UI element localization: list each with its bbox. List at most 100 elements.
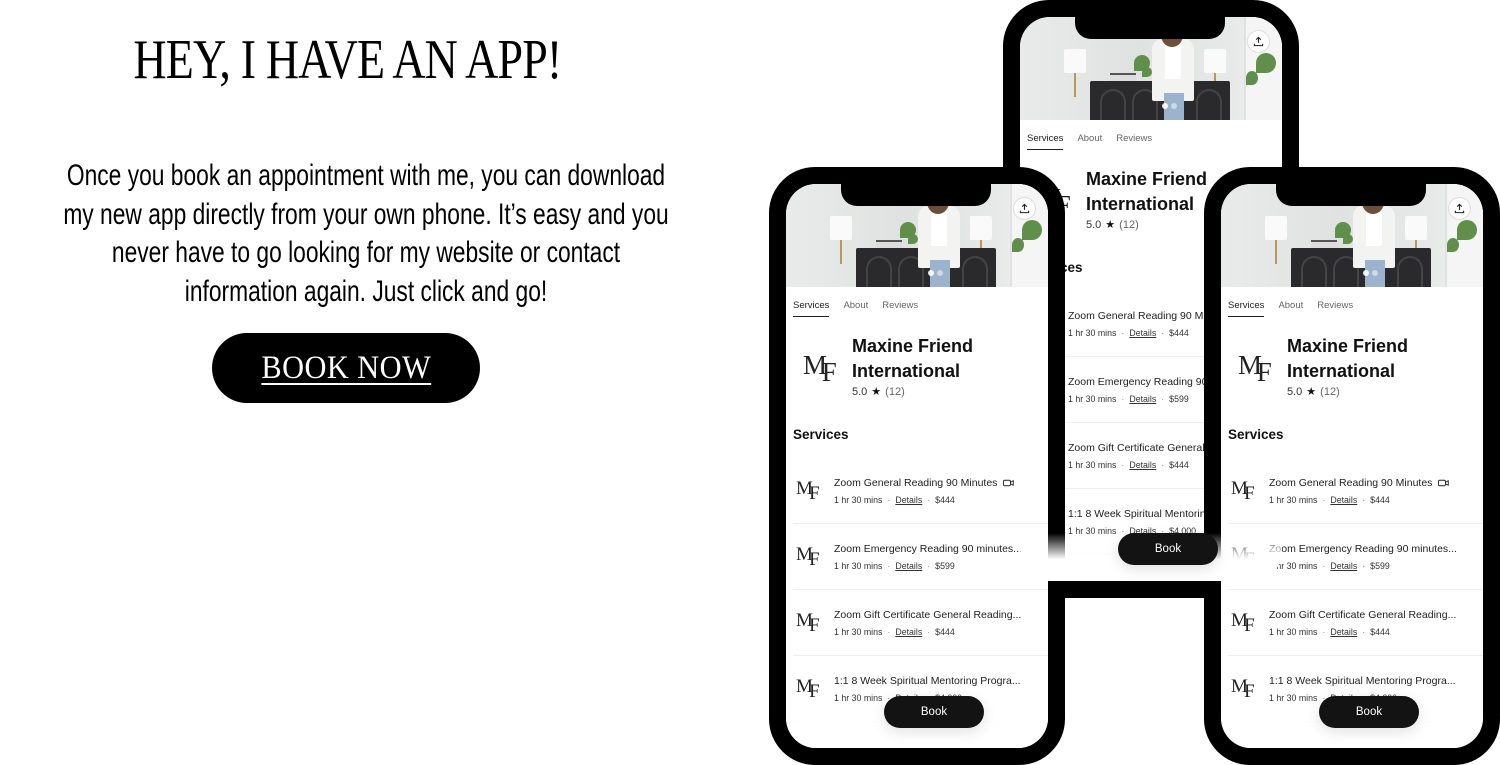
- service-details-link[interactable]: Details: [895, 627, 922, 637]
- star-icon: ★: [1105, 219, 1116, 231]
- phone-screen: Services About Reviews MF Maxine Friend …: [1221, 184, 1483, 748]
- carousel-dot[interactable]: [1162, 103, 1168, 109]
- book-button[interactable]: Book: [1118, 533, 1218, 565]
- service-meta: 1 hr 30 mins · Details · $599: [1068, 394, 1189, 404]
- separator: ·: [1362, 561, 1366, 571]
- service-details-link[interactable]: Details: [1330, 561, 1357, 571]
- tab-services[interactable]: Services: [1027, 133, 1064, 150]
- carousel-dots[interactable]: [1162, 103, 1177, 109]
- separator: ·: [1161, 328, 1165, 338]
- business-rating[interactable]: 5.0 ★ (12): [1287, 385, 1340, 399]
- service-meta: 1 hr 30 mins · Details · $444: [834, 627, 955, 637]
- book-button[interactable]: Book: [884, 696, 984, 728]
- photo-lamp: [1405, 216, 1427, 240]
- photo-lamp: [970, 216, 992, 240]
- service-details-link[interactable]: Details: [1330, 627, 1357, 637]
- service-meta: 1 hr 30 mins · Details · $444: [1068, 460, 1189, 470]
- carousel-dot[interactable]: [1171, 103, 1177, 109]
- service-meta: 1 hr 30 mins · Details · $444: [1068, 328, 1189, 338]
- business-rating[interactable]: 5.0 ★ (12): [852, 385, 905, 399]
- tab-services[interactable]: Services: [1228, 300, 1265, 317]
- share-button[interactable]: [1247, 30, 1270, 53]
- service-details-link[interactable]: Details: [1129, 460, 1156, 470]
- tab-services[interactable]: Services: [793, 300, 830, 317]
- tab-reviews[interactable]: Reviews: [1317, 300, 1353, 317]
- photo-lamp: [1064, 49, 1086, 73]
- carousel-dot[interactable]: [928, 270, 934, 276]
- photo-cabinet-arch: [1397, 256, 1423, 287]
- service-list-item[interactable]: MF Zoom Emergency Reading 90 minutes... …: [793, 524, 1048, 590]
- carousel-dots[interactable]: [928, 270, 943, 276]
- tab-about[interactable]: About: [1077, 133, 1102, 150]
- service-logo: MF: [796, 478, 820, 504]
- separator: ·: [887, 561, 891, 571]
- book-now-button[interactable]: BOOK NOW: [212, 333, 480, 403]
- service-list-item[interactable]: MF Zoom General Reading 90 Minutes 1 hr …: [793, 458, 1048, 524]
- separator: ·: [1161, 460, 1165, 470]
- service-title-text: 1:1 8 Week Spiritual Mentoring Progra...: [1269, 675, 1456, 687]
- phone-notch: [1276, 184, 1426, 206]
- profile-tabs: Services About Reviews: [1027, 133, 1152, 150]
- phone-screen: Services About Reviews MF Maxine Friend …: [786, 184, 1048, 748]
- service-price: $444: [1169, 328, 1189, 338]
- photo-plant: [1447, 238, 1459, 252]
- review-count: (12): [1119, 218, 1139, 231]
- service-title: Zoom Emergency Reading 90 minutes...: [834, 543, 1022, 555]
- service-price: $444: [1370, 627, 1390, 637]
- service-details-link[interactable]: Details: [895, 495, 922, 505]
- share-button[interactable]: [1013, 197, 1036, 220]
- service-title: Zoom Gift Certificate General Reading...: [834, 609, 1021, 621]
- carousel-dot[interactable]: [1372, 270, 1378, 276]
- business-rating[interactable]: 5.0 ★ (12): [1086, 218, 1139, 232]
- tab-about[interactable]: About: [843, 300, 868, 317]
- carousel-dot[interactable]: [1363, 270, 1369, 276]
- star-icon: ★: [1306, 386, 1317, 398]
- separator: ·: [1161, 394, 1165, 404]
- services-list: MF Zoom General Reading 90 Minutes 1 hr …: [786, 458, 1048, 722]
- service-details-link[interactable]: Details: [1129, 328, 1156, 338]
- book-button[interactable]: Book: [1319, 696, 1419, 728]
- service-details-link[interactable]: Details: [1330, 495, 1357, 505]
- tab-about[interactable]: About: [1278, 300, 1303, 317]
- carousel-dots[interactable]: [1363, 270, 1378, 276]
- share-upload-icon: [1019, 203, 1030, 214]
- phone-notch: [1075, 17, 1225, 39]
- separator: ·: [1322, 627, 1326, 637]
- photo-plant: [1256, 53, 1276, 73]
- business-name: Maxine Friend International: [1287, 336, 1409, 381]
- services-list: MF Zoom General Reading 90 Minutes 1 hr …: [1221, 458, 1483, 722]
- service-details-link[interactable]: Details: [895, 561, 922, 571]
- book-now-label: BOOK NOW: [261, 349, 431, 386]
- photo-person-shirt: [931, 212, 947, 246]
- service-duration: 1 hr 30 mins: [834, 627, 883, 637]
- service-list-item[interactable]: MF Zoom Gift Certificate General Reading…: [793, 590, 1048, 656]
- share-upload-icon: [1253, 36, 1264, 47]
- service-details-link[interactable]: Details: [1129, 394, 1156, 404]
- separator: ·: [1362, 627, 1366, 637]
- profile-tabs: Services About Reviews: [793, 300, 918, 317]
- photo-plant: [1022, 220, 1042, 240]
- photo-books: [1110, 73, 1136, 81]
- service-logo: MF: [796, 544, 820, 570]
- photo-cabinet-arch: [866, 256, 892, 287]
- tab-reviews[interactable]: Reviews: [882, 300, 918, 317]
- video-camera-icon: [1003, 479, 1015, 487]
- services-heading: Services: [793, 427, 849, 442]
- photo-cabinet-arch: [1100, 89, 1126, 120]
- service-title: Zoom Emergency Reading 90 minutes...: [1269, 543, 1457, 555]
- services-heading: Services: [1228, 427, 1284, 442]
- service-price: $444: [935, 627, 955, 637]
- service-title-text: Zoom Gift Certificate General Reading...: [1269, 609, 1457, 621]
- photo-cabinet-arch: [1301, 256, 1327, 287]
- rating-value: 5.0: [852, 385, 868, 398]
- tab-reviews[interactable]: Reviews: [1116, 133, 1152, 150]
- service-title-text: Zoom Gift Certificate General Reading...: [834, 609, 1022, 621]
- photo-lamp: [1204, 49, 1226, 73]
- service-list-item[interactable]: MF Zoom General Reading 90 Minutes 1 hr …: [1228, 458, 1483, 524]
- share-button[interactable]: [1448, 197, 1471, 220]
- photo-lamp: [1265, 216, 1287, 240]
- service-title: Zoom General Reading 90 Minutes: [1269, 477, 1450, 489]
- service-list-item[interactable]: MF Zoom Gift Certificate General Reading…: [1228, 590, 1483, 656]
- photo-lamp-stem: [1275, 240, 1277, 264]
- carousel-dot[interactable]: [937, 270, 943, 276]
